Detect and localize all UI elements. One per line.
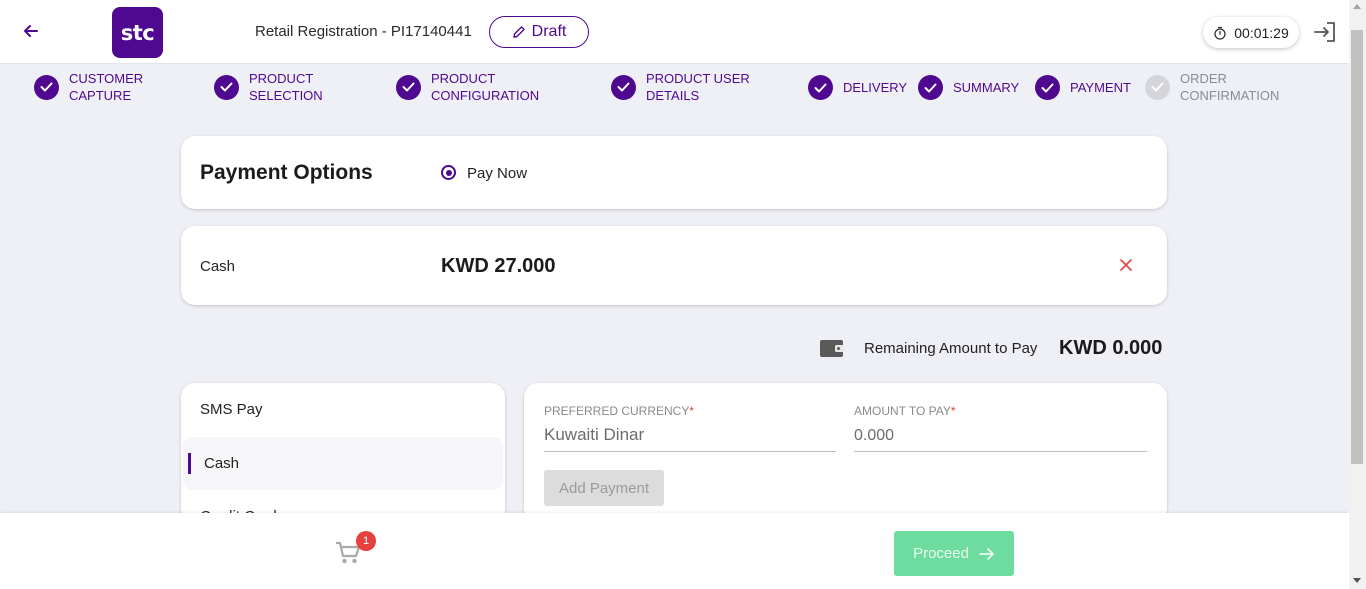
wallet-icon: [820, 340, 844, 357]
timer-value: 00:01:29: [1234, 24, 1289, 41]
session-timer: 00:01:29: [1203, 17, 1299, 48]
cash-payment-entry: Cash KWD 27.000: [181, 226, 1167, 305]
amount-input[interactable]: 0.000: [854, 427, 1147, 452]
close-icon[interactable]: [1119, 258, 1133, 272]
check-icon: [808, 75, 833, 100]
step-label: SUMMARY: [953, 80, 1020, 95]
vertical-scrollbar[interactable]: [1349, 0, 1366, 589]
back-arrow-icon[interactable]: [20, 20, 42, 42]
app-header: stc Retail Registration - PI17140441 Dra…: [0, 0, 1349, 64]
step-payment: PAYMENT: [1035, 75, 1131, 100]
scroll-up-arrow-icon[interactable]: [1353, 4, 1361, 9]
check-icon: [1145, 74, 1170, 100]
pencil-icon: [512, 26, 525, 38]
arrow-right-icon: [979, 547, 994, 560]
amount-label-text: AMOUNT TO PAY: [854, 404, 951, 418]
method-item-sms-pay[interactable]: SMS Pay: [181, 383, 505, 436]
add-payment-button[interactable]: Add Payment: [544, 470, 664, 506]
payment-methods-list: SMS Pay Cash Credit Card: [181, 383, 505, 523]
step-label: ORDER CONFIRMATION: [1180, 71, 1280, 103]
entry-method-label: Cash: [200, 258, 236, 275]
remaining-amount-label: Remaining Amount to Pay: [864, 340, 1038, 357]
step-label: PRODUCT CONFIGURATION: [431, 71, 540, 103]
step-order-confirmation: ORDER CONFIRMATION: [1145, 70, 1279, 104]
footer-bar: 1 Proceed: [0, 513, 1349, 589]
step-label: PAYMENT: [1070, 80, 1131, 95]
required-mark: *: [950, 404, 956, 418]
check-icon: [34, 74, 59, 100]
pay-now-label[interactable]: Pay Now: [467, 165, 527, 182]
step-label: PRODUCT USER DETAILS: [646, 71, 750, 103]
payment-options-card: Payment Options Pay Now: [181, 136, 1167, 209]
stopwatch-icon: [1214, 26, 1226, 40]
proceed-button[interactable]: Proceed: [894, 531, 1014, 576]
required-mark: *: [689, 404, 695, 418]
pay-now-radio[interactable]: [441, 165, 456, 180]
logout-icon[interactable]: [1313, 21, 1337, 43]
draft-label: Draft: [531, 23, 567, 40]
step-label: CUSTOMER CAPTURE: [69, 71, 144, 103]
scroll-down-arrow-icon[interactable]: [1353, 578, 1361, 583]
draft-button[interactable]: Draft: [489, 16, 589, 48]
check-icon: [1035, 75, 1060, 100]
currency-label-text: PREFERRED CURRENCY: [544, 404, 690, 418]
step-product-user-details: PRODUCT USER DETAILS: [611, 70, 750, 104]
proceed-label: Proceed: [913, 545, 969, 562]
step-label: DELIVERY: [843, 80, 908, 95]
payment-options-title: Payment Options: [200, 161, 373, 184]
scroll-thumb[interactable]: [1351, 30, 1363, 464]
step-product-selection: PRODUCT SELECTION: [214, 70, 323, 104]
step-delivery: DELIVERY: [808, 75, 907, 100]
step-product-configuration: PRODUCT CONFIGURATION: [396, 70, 539, 104]
cart-count-badge: 1: [356, 531, 376, 551]
check-icon: [396, 74, 421, 100]
currency-select[interactable]: Kuwaiti Dinar: [544, 425, 836, 452]
entry-amount: KWD 27.000: [441, 255, 556, 277]
page-title: Retail Registration - PI17140441: [255, 23, 472, 40]
currency-field-label: PREFERRED CURRENCY*: [544, 404, 694, 418]
remaining-amount-value: KWD 0.000: [1059, 337, 1163, 359]
step-customer-capture: CUSTOMER CAPTURE: [34, 70, 143, 104]
stc-logo: stc: [112, 7, 163, 58]
check-icon: [918, 75, 943, 100]
check-icon: [611, 74, 636, 100]
step-summary: SUMMARY: [918, 75, 1019, 100]
payment-form-card: PREFERRED CURRENCY* Kuwaiti Dinar AMOUNT…: [524, 383, 1167, 523]
method-item-cash[interactable]: Cash: [183, 437, 503, 490]
amount-field-label: AMOUNT TO PAY*: [854, 404, 956, 418]
check-icon: [214, 74, 239, 100]
step-label: PRODUCT SELECTION: [249, 71, 323, 103]
